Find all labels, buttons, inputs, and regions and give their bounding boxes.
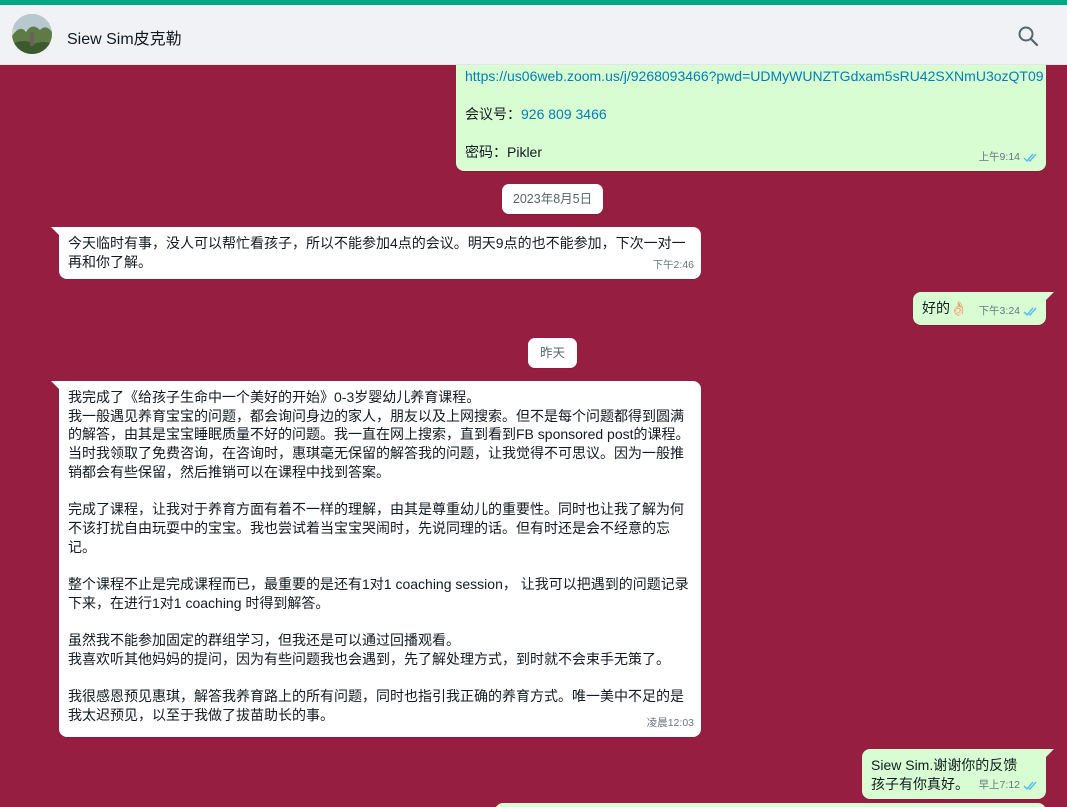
- read-ticks-icon: [1023, 781, 1037, 791]
- message-time: 下午2:46: [652, 259, 694, 272]
- avatar[interactable]: [12, 14, 52, 54]
- message-meta: 上午9:14: [979, 148, 1039, 167]
- chat-area[interactable]: https://us06web.zoom.us/j/9268093466?pwd…: [0, 65, 1067, 807]
- message-text: 好的👌🏻: [922, 300, 968, 316]
- message-time: 凌晨12:03: [646, 717, 694, 730]
- meeting-id-link[interactable]: 926 809 3466: [521, 106, 607, 122]
- message-meta: 下午2:46: [653, 256, 694, 275]
- message-meta: 早上7:12: [979, 776, 1039, 795]
- read-ticks-icon: [1023, 153, 1037, 163]
- contact-name[interactable]: Siew Sim皮克勒: [67, 25, 182, 49]
- message-meta: 凌晨12:03: [647, 714, 694, 733]
- message-outgoing[interactable]: 好的👌🏻 下午3:24: [913, 292, 1054, 325]
- message-time: 上午9:14: [978, 151, 1020, 164]
- bubble-tail: [1044, 292, 1054, 302]
- message-outgoing[interactable]: Siew Sim.谢谢你的反馈 孩子有你真好。 早上7:12: [862, 749, 1054, 799]
- message-meta: 下午3:24: [979, 302, 1039, 321]
- message-time: 下午3:24: [978, 305, 1020, 318]
- bubble-tail: [51, 381, 61, 391]
- date-divider: 2023年8月5日: [502, 184, 603, 214]
- bubble-tail: [51, 227, 61, 237]
- password-text: 密码：Pikler: [465, 144, 543, 160]
- message-time: 早上7:12: [978, 779, 1020, 792]
- read-ticks-icon: [1023, 307, 1037, 317]
- date-divider-label: 2023年8月5日: [512, 192, 593, 206]
- date-divider-label: 昨天: [539, 346, 565, 360]
- message-incoming-long[interactable]: 我完成了《给孩子生命中一个美好的开始》0-3岁婴幼儿养育课程。 我一般遇见养育宝…: [51, 381, 701, 737]
- chat-header: Siew Sim皮克勒: [0, 5, 1067, 65]
- message-outgoing-partial[interactable]: [495, 803, 1046, 807]
- zoom-link[interactable]: https://us06web.zoom.us/j/9268093466?pwd…: [465, 67, 1045, 86]
- message-outgoing-zoom[interactable]: https://us06web.zoom.us/j/9268093466?pwd…: [456, 65, 1046, 171]
- date-divider: 昨天: [528, 338, 577, 368]
- message-incoming[interactable]: 今天临时有事，没人可以帮忙看孩子，所以不能参加4点的会议。明天9点的也不能参加，…: [51, 227, 701, 279]
- meeting-id-label: 会议号：: [465, 106, 521, 122]
- search-icon[interactable]: [1016, 24, 1040, 48]
- message-text: 我完成了《给孩子生命中一个美好的开始》0-3岁婴幼儿养育课程。 我一般遇见养育宝…: [68, 389, 690, 723]
- message-text: 今天临时有事，没人可以帮忙看孩子，所以不能参加4点的会议。明天9点的也不能参加，…: [68, 235, 686, 270]
- bubble-tail: [1044, 749, 1054, 759]
